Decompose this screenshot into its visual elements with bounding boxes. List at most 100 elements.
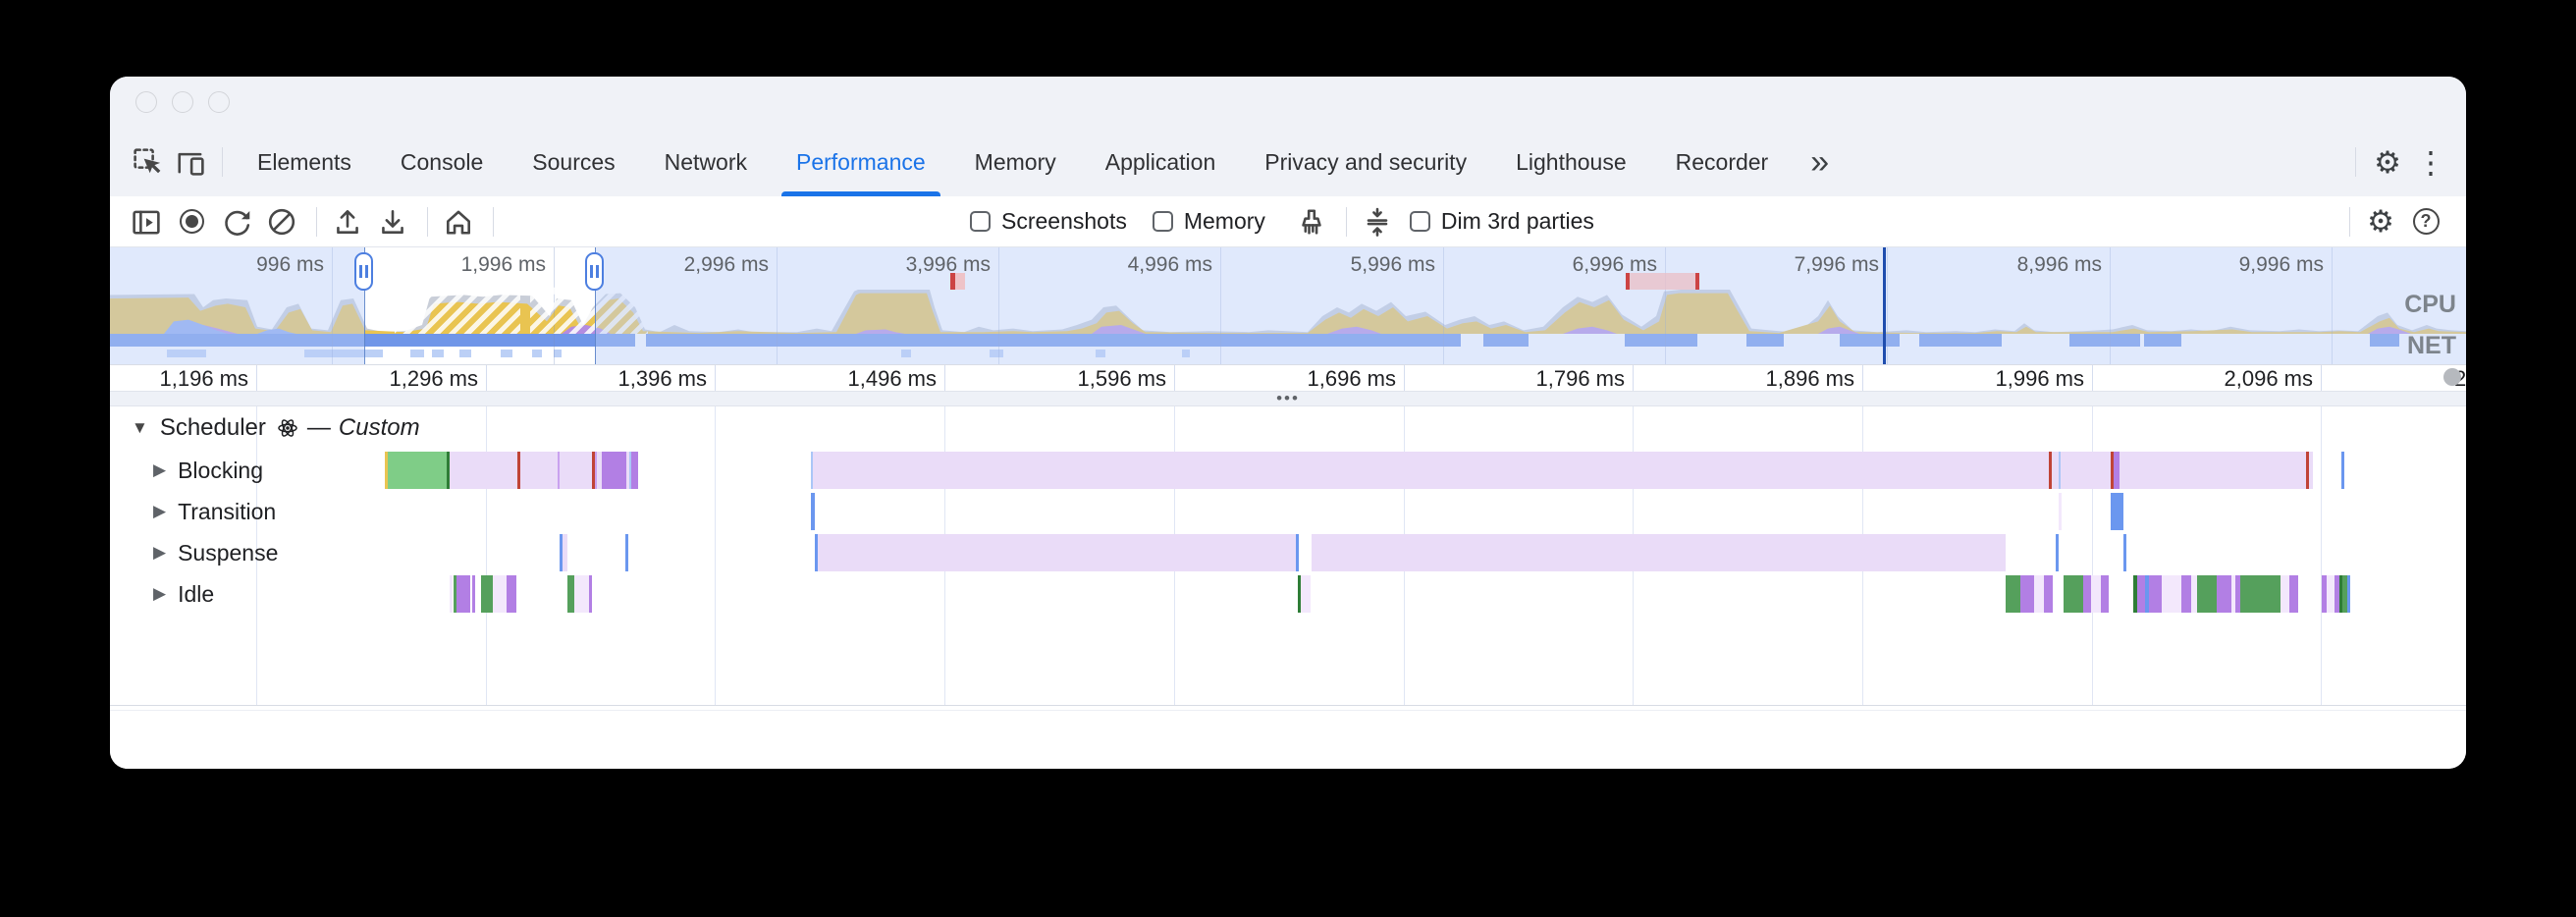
more-tabs-button[interactable]: » (1793, 145, 1847, 179)
minimize-window-button[interactable] (172, 91, 193, 113)
toggle-sidebar-button[interactable] (126, 201, 167, 243)
trace-event-bar[interactable] (2281, 575, 2289, 613)
trace-event-bar[interactable] (2064, 575, 2083, 613)
track-row-transition[interactable]: ▶Transition (110, 491, 2466, 532)
trace-event-bar[interactable] (818, 534, 1296, 571)
trace-event-bar[interactable] (631, 452, 638, 489)
trace-event-bar[interactable] (2123, 534, 2126, 571)
tab-lighthouse[interactable]: Lighthouse (1491, 128, 1651, 196)
trace-event-bar[interactable] (560, 452, 592, 489)
dim-3rd-parties-checkbox[interactable]: Dim 3rd parties (1410, 208, 1594, 235)
scrollbar-thumb[interactable] (2443, 368, 2461, 386)
trace-event-bar[interactable] (2061, 452, 2111, 489)
track-row-suspense[interactable]: ▶Suspense (110, 532, 2466, 573)
inspect-element-button[interactable] (126, 140, 169, 184)
trace-event-bar[interactable] (811, 493, 815, 530)
track-area[interactable]: ▼ Scheduler — Custom ▶Blocking▶Transitio… (110, 406, 2466, 705)
trace-event-bar[interactable] (388, 452, 447, 489)
trace-event-bar[interactable] (507, 575, 516, 613)
devtools-settings-button[interactable]: ⚙ (2366, 140, 2409, 184)
tab-sources[interactable]: Sources (508, 128, 639, 196)
trace-event-bar[interactable] (2327, 575, 2334, 613)
expand-triangle-icon[interactable]: ▶ (153, 584, 166, 604)
timeline-overview[interactable]: 996 ms1,996 ms2,996 ms3,996 ms4,996 ms5,… (110, 247, 2466, 365)
collapse-sections-button[interactable] (1357, 201, 1398, 243)
trace-event-bar[interactable] (602, 452, 626, 489)
screenshots-checkbox[interactable]: Screenshots (970, 208, 1127, 235)
record-and-reload-button[interactable] (216, 201, 257, 243)
trace-event-bar[interactable] (520, 452, 558, 489)
tab-network[interactable]: Network (640, 128, 772, 196)
trace-event-bar[interactable] (1301, 575, 1311, 613)
playhead-cursor[interactable] (1883, 247, 1886, 365)
trace-event-bar[interactable] (2056, 534, 2059, 571)
toggle-device-toolbar-button[interactable] (169, 140, 212, 184)
pane-resize-handle[interactable]: ••• (110, 391, 2466, 406)
trace-event-bar[interactable] (1296, 534, 1299, 571)
memory-checkbox[interactable]: Memory (1153, 208, 1265, 235)
trace-event-bar[interactable] (481, 575, 493, 613)
trace-event-bar[interactable] (2347, 575, 2350, 613)
trace-event-bar[interactable] (567, 575, 574, 613)
expand-triangle-icon[interactable]: ▶ (153, 543, 166, 563)
save-profile-button[interactable] (372, 201, 413, 243)
trace-event-bar[interactable] (2052, 452, 2059, 489)
trace-event-bar[interactable] (2083, 575, 2091, 613)
trace-event-bar[interactable] (456, 575, 470, 613)
tab-privacy-and-security[interactable]: Privacy and security (1240, 128, 1491, 196)
trace-event-bar[interactable] (589, 575, 592, 613)
trace-event-bar[interactable] (493, 575, 507, 613)
trace-event-bar[interactable] (2309, 452, 2313, 489)
trace-event-bar[interactable] (2162, 575, 2181, 613)
help-button[interactable]: ? (2405, 201, 2446, 243)
load-profile-button[interactable] (327, 201, 368, 243)
trace-event-bar[interactable] (450, 575, 453, 613)
trace-event-bar[interactable] (2111, 493, 2123, 530)
trace-event-bar[interactable] (2137, 575, 2145, 613)
trace-event-bar[interactable] (2217, 575, 2231, 613)
trace-event-bar[interactable] (2120, 452, 2306, 489)
tab-memory[interactable]: Memory (950, 128, 1081, 196)
trace-event-bar[interactable] (2091, 575, 2101, 613)
clear-recording-button[interactable] (261, 201, 302, 243)
trace-event-bar[interactable] (2289, 575, 2298, 613)
collapse-triangle-icon[interactable]: ▼ (132, 418, 148, 438)
expand-triangle-icon[interactable]: ▶ (153, 502, 166, 521)
trace-event-bar[interactable] (2006, 575, 2020, 613)
trace-event-bar[interactable] (2149, 575, 2162, 613)
selection-handle-left[interactable] (354, 252, 373, 291)
tab-application[interactable]: Application (1081, 128, 1241, 196)
trace-event-bar[interactable] (2020, 575, 2034, 613)
selection-handle-right[interactable] (585, 252, 604, 291)
tab-performance[interactable]: Performance (772, 128, 950, 196)
tab-recorder[interactable]: Recorder (1651, 128, 1794, 196)
trace-event-bar[interactable] (2240, 575, 2281, 613)
trace-event-bar[interactable] (625, 534, 628, 571)
trace-event-bar[interactable] (2034, 575, 2044, 613)
trace-event-bar[interactable] (1312, 534, 2006, 571)
trace-event-bar[interactable] (472, 575, 475, 613)
timeline-ruler[interactable]: 1,196 ms1,296 ms1,396 ms1,496 ms1,596 ms… (110, 365, 2466, 391)
trace-event-bar[interactable] (2197, 575, 2217, 613)
zoom-window-button[interactable] (208, 91, 230, 113)
trace-event-bar[interactable] (2181, 575, 2191, 613)
collect-garbage-button[interactable] (1291, 201, 1332, 243)
record-button[interactable] (171, 201, 212, 243)
trace-event-bar[interactable] (574, 575, 589, 613)
trace-event-bar[interactable] (813, 452, 2049, 489)
trace-event-bar[interactable] (2059, 493, 2062, 530)
tab-elements[interactable]: Elements (233, 128, 376, 196)
trace-event-bar[interactable] (450, 452, 517, 489)
tab-console[interactable]: Console (376, 128, 508, 196)
trace-event-bar[interactable] (2101, 575, 2109, 613)
capture-settings-button[interactable]: ⚙ (2360, 201, 2401, 243)
trace-event-bar[interactable] (2341, 452, 2344, 489)
expand-triangle-icon[interactable]: ▶ (153, 460, 166, 480)
trace-event-bar[interactable] (563, 534, 567, 571)
live-metrics-home-button[interactable] (438, 201, 479, 243)
track-row-idle[interactable]: ▶Idle (110, 573, 2466, 615)
close-window-button[interactable] (135, 91, 157, 113)
devtools-menu-button[interactable]: ⋮ (2409, 140, 2452, 184)
scheduler-track-header[interactable]: ▼ Scheduler — Custom (110, 406, 2466, 450)
trace-event-bar[interactable] (2044, 575, 2053, 613)
